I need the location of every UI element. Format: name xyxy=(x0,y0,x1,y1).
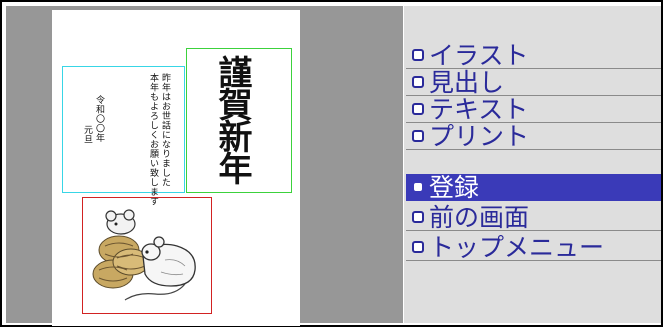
menu-item-label: プリント xyxy=(429,123,530,150)
message-line-2: 本年もよろしくお願い致します xyxy=(148,73,158,206)
menu-item-previous-screen[interactable]: 前の画面 xyxy=(406,204,661,231)
menu-item-print[interactable]: プリント xyxy=(406,123,661,150)
bullet-icon xyxy=(412,103,424,115)
menu-item-label: 前の画面 xyxy=(429,204,530,231)
menu-item-register[interactable]: 登録 xyxy=(406,174,661,201)
menu-item-heading[interactable]: 見出し xyxy=(406,69,661,96)
menu-item-label: 登録 xyxy=(429,174,480,201)
postcard-canvas-area: 昨年はお世話になりました 本年もよろしくお願い致します 令和〇〇年 元旦 謹賀新… xyxy=(6,6,403,326)
menu-item-text[interactable]: テキスト xyxy=(406,96,661,123)
menu-item-illustration[interactable]: イラスト xyxy=(406,42,661,69)
menu-item-label: 見出し xyxy=(429,69,505,96)
message-line-3: 令和〇〇年 xyxy=(94,95,104,143)
menu-item-label: イラスト xyxy=(429,42,529,69)
greeting-title: 謹賀新年 xyxy=(212,55,252,183)
menu-item-label: トップメニュー xyxy=(429,234,605,261)
bullet-icon xyxy=(412,211,424,223)
action-menu: イラスト 見出し テキスト プリント 登録 前の画面 トップメニュー xyxy=(404,6,661,323)
menu-item-label: テキスト xyxy=(429,96,529,123)
bullet-icon xyxy=(412,241,424,253)
illustration-box[interactable] xyxy=(82,197,212,314)
app-window: 昨年はお世話になりました 本年もよろしくお願い致します 令和〇〇年 元旦 謹賀新… xyxy=(2,2,661,326)
bullet-icon xyxy=(412,49,424,61)
postcard-preview: 昨年はお世話になりました 本年もよろしくお願い致します 令和〇〇年 元旦 謹賀新… xyxy=(52,10,300,326)
rat-illustration-icon xyxy=(92,209,196,301)
bullet-icon xyxy=(414,183,422,191)
message-text-box[interactable]: 昨年はお世話になりました 本年もよろしくお願い致します 令和〇〇年 元旦 xyxy=(62,66,185,206)
bullet-icon xyxy=(412,76,424,88)
menu-item-top-menu[interactable]: トップメニュー xyxy=(406,234,661,261)
message-line-1: 昨年はお世話になりました xyxy=(160,73,170,187)
bullet-icon xyxy=(412,130,424,142)
message-line-4: 元旦 xyxy=(82,125,92,144)
title-text-box[interactable]: 謹賀新年 xyxy=(186,48,292,193)
